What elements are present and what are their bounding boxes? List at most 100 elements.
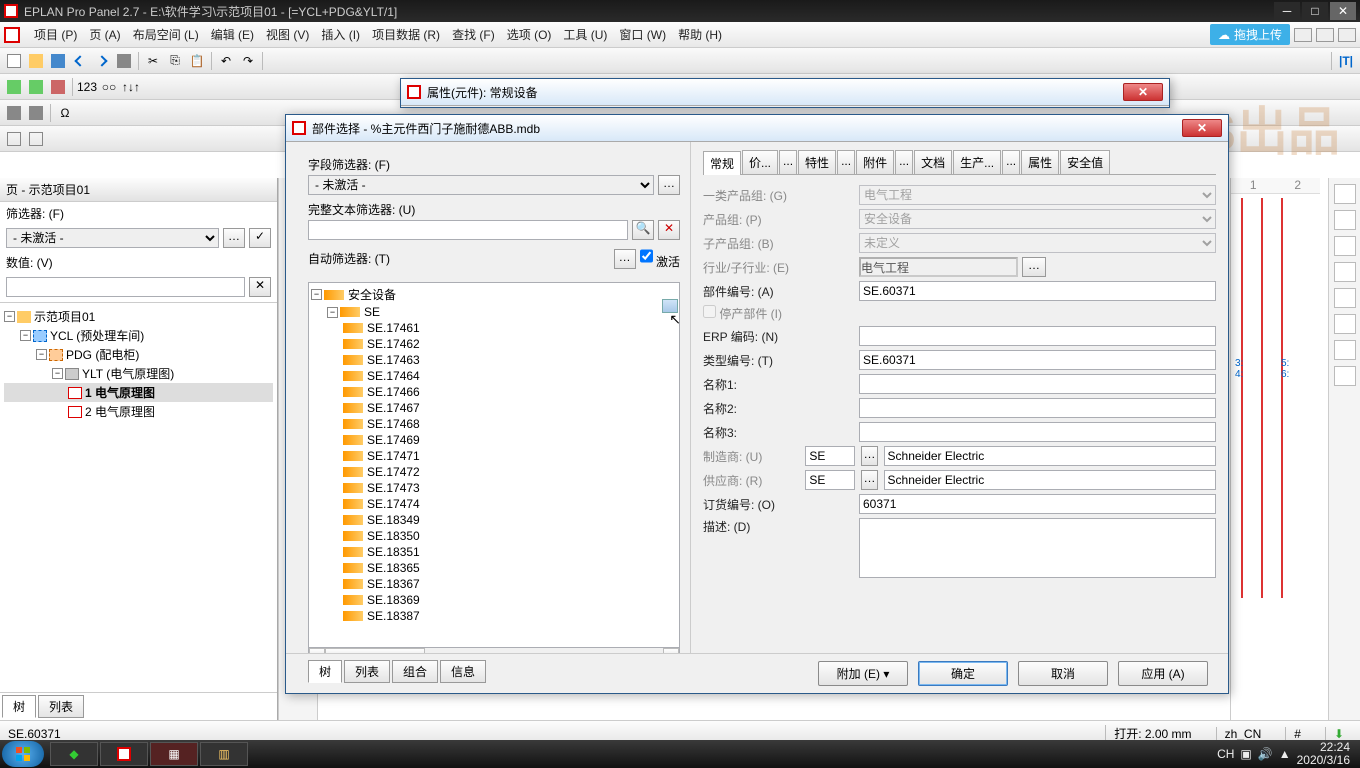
menu-insert[interactable]: 插入 (I) [315, 24, 366, 45]
name3-input[interactable] [859, 422, 1216, 442]
tb-open[interactable] [26, 51, 46, 71]
node-safety[interactable]: 安全设备 [348, 286, 396, 303]
node-root[interactable]: 示范项目01 [34, 308, 95, 325]
tab-more2[interactable]: ... [837, 150, 855, 174]
task-wechat[interactable]: ◆ [50, 742, 98, 766]
part-item[interactable]: SE.17467 [311, 400, 677, 416]
tb3-b[interactable] [26, 103, 46, 123]
desc-textarea[interactable] [859, 518, 1216, 578]
tb3-a[interactable] [4, 103, 24, 123]
task-app3[interactable]: ▦ [150, 742, 198, 766]
part-item[interactable]: SE.17469 [311, 432, 677, 448]
tb-tool-c[interactable] [48, 77, 68, 97]
tb-next[interactable] [92, 51, 112, 71]
tb-redo[interactable]: ↷ [238, 51, 258, 71]
tab-more1[interactable]: ... [779, 150, 797, 174]
tb-paste[interactable]: 📋 [187, 51, 207, 71]
close-button[interactable]: ✕ [1182, 119, 1222, 137]
tb-prev[interactable] [70, 51, 90, 71]
rt-6[interactable] [1334, 314, 1356, 334]
tray-icon[interactable]: ▣ [1240, 747, 1251, 761]
pages-tree[interactable]: −示范项目01 −YCL (预处理车间) −PDG (配电柜) −YLT (电气… [0, 302, 277, 692]
part-item[interactable]: SE.18349 [311, 512, 677, 528]
partno-input[interactable] [859, 281, 1216, 301]
extra-button[interactable]: 附加 (E) [818, 661, 908, 686]
name1-input[interactable] [859, 374, 1216, 394]
cloud-upload-button[interactable]: ☁ 拖拽上传 [1210, 24, 1290, 45]
menu-page[interactable]: 页 (A) [83, 24, 126, 45]
fulltext-input[interactable] [308, 220, 628, 240]
rt-3[interactable] [1334, 236, 1356, 256]
menu-tools[interactable]: 工具 (U) [557, 24, 613, 45]
part-item[interactable]: SE.17474 [311, 496, 677, 512]
mdi-restore[interactable] [1316, 28, 1334, 42]
sup-name-input[interactable] [884, 470, 1216, 490]
toggle-icon[interactable]: − [327, 307, 338, 318]
tb-tool-b[interactable] [26, 77, 46, 97]
menu-view[interactable]: 视图 (V) [260, 24, 315, 45]
mfr-name-input[interactable] [884, 446, 1216, 466]
start-button[interactable] [2, 741, 44, 767]
menu-projectdata[interactable]: 项目数据 (R) [366, 24, 446, 45]
tb-undo[interactable]: ↶ [216, 51, 236, 71]
menu-project[interactable]: 项目 (P) [28, 24, 83, 45]
rt-2[interactable] [1334, 210, 1356, 230]
parts-tree[interactable]: ↖ −安全设备 −SE SE.17461SE.17462SE.17463SE.1… [308, 282, 680, 648]
lefttab-list[interactable]: 列表 [344, 660, 390, 683]
part-item[interactable]: SE.17473 [311, 480, 677, 496]
rt-4[interactable] [1334, 262, 1356, 282]
rt-1[interactable] [1334, 184, 1356, 204]
task-eplan[interactable] [100, 742, 148, 766]
value-input[interactable] [6, 277, 245, 297]
node-pdg[interactable]: PDG (配电柜) [66, 346, 139, 363]
tray-icon[interactable]: ▲ [1279, 747, 1291, 761]
type-input[interactable] [859, 350, 1216, 370]
tab-docs[interactable]: 文档 [914, 150, 952, 174]
node-ycl[interactable]: YCL (预处理车间) [50, 327, 144, 344]
tab-more3[interactable]: ... [895, 150, 913, 174]
tab-price[interactable]: 价... [742, 150, 778, 174]
part-item[interactable]: SE.17468 [311, 416, 677, 432]
part-item[interactable]: SE.17472 [311, 464, 677, 480]
field-filter-select[interactable]: - 未激活 - [308, 175, 654, 195]
erp-input[interactable] [859, 326, 1216, 346]
maximize-button[interactable]: □ [1302, 2, 1328, 20]
part-item[interactable]: SE.18367 [311, 576, 677, 592]
app-menu-icon[interactable] [4, 27, 20, 43]
mfr-browse[interactable]: … [861, 446, 877, 466]
toggle-icon[interactable]: − [52, 368, 63, 379]
toggle-icon[interactable]: − [36, 349, 47, 360]
sup-code-input[interactable] [805, 470, 855, 490]
clear-button[interactable]: ✕ [658, 220, 680, 240]
minimize-button[interactable]: ─ [1274, 2, 1300, 20]
lefttab-info[interactable]: 信息 [440, 660, 486, 683]
apply-button[interactable]: 应用 (A) [1118, 661, 1208, 686]
tb-tool-f[interactable]: ↑↓↑ [121, 77, 141, 97]
lefttab-combo[interactable]: 组合 [392, 660, 438, 683]
rt-5[interactable] [1334, 288, 1356, 308]
filter-select[interactable]: - 未激活 - [6, 228, 219, 248]
tab-tree[interactable]: 树 [2, 695, 36, 718]
tray-icon[interactable]: 🔊 [1258, 747, 1273, 761]
tb-save[interactable] [48, 51, 68, 71]
tab-char[interactable]: 特性 [798, 150, 836, 174]
lefttab-tree[interactable]: 树 [308, 660, 342, 683]
tab-acc[interactable]: 附件 [856, 150, 894, 174]
part-item[interactable]: SE.17462 [311, 336, 677, 352]
part-item[interactable]: SE.17471 [311, 448, 677, 464]
tb-cut[interactable]: ✂ [143, 51, 163, 71]
activate-check[interactable] [640, 246, 653, 266]
tab-safety[interactable]: 安全值 [1060, 150, 1110, 174]
tab-more4[interactable]: ... [1002, 150, 1020, 174]
part-item[interactable]: SE.17461 [311, 320, 677, 336]
filter-toggle-button[interactable]: ✓ [249, 228, 271, 248]
field-filter-settings[interactable]: … [658, 175, 680, 195]
menu-find[interactable]: 查找 (F) [446, 24, 501, 45]
menu-help[interactable]: 帮助 (H) [672, 24, 728, 45]
toggle-icon[interactable]: − [311, 289, 322, 300]
tb-print[interactable] [114, 51, 134, 71]
tab-list[interactable]: 列表 [38, 695, 84, 718]
sup-browse[interactable]: … [861, 470, 877, 490]
part-item[interactable]: SE.18350 [311, 528, 677, 544]
tab-general[interactable]: 常规 [703, 151, 741, 175]
